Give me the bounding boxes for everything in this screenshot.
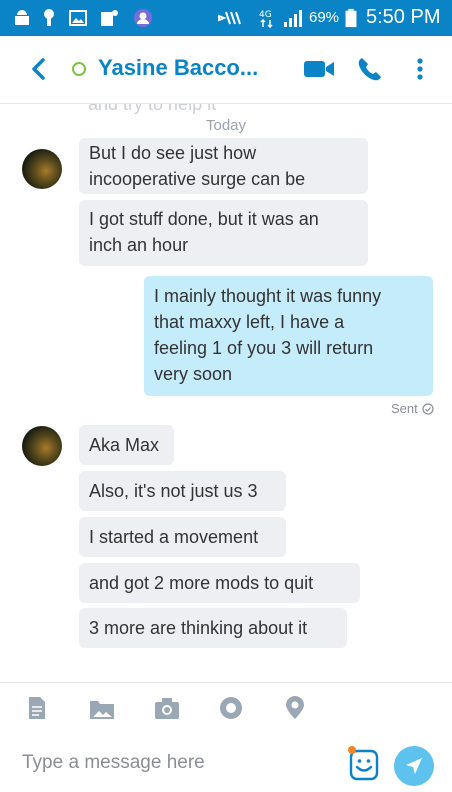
back-arrow-icon[interactable] — [26, 56, 52, 82]
image-icon — [69, 10, 87, 26]
camera-icon[interactable] — [153, 695, 181, 721]
incoming-message[interactable]: Also, it's not just us 3 — [79, 471, 286, 511]
message-composer — [0, 734, 452, 792]
incoming-message[interactable]: But I do see just how incooperative surg… — [79, 138, 368, 194]
sent-label: Sent — [391, 401, 418, 416]
signal-icon — [284, 10, 302, 27]
profile-icon — [134, 9, 152, 27]
video-message-icon[interactable] — [218, 695, 244, 721]
incoming-message[interactable]: 3 more are thinking about it — [79, 608, 347, 648]
message-list[interactable]: and try to help it Today But I do see ju… — [0, 104, 452, 686]
emoticon-icon[interactable] — [346, 746, 382, 782]
status-clock: 5:50 PM — [366, 6, 441, 28]
gallery-icon[interactable] — [88, 695, 116, 721]
media-toolbar — [0, 682, 452, 734]
presence-indicator — [72, 62, 86, 76]
file-icon[interactable] — [24, 695, 50, 721]
svg-text:4G: 4G — [259, 10, 272, 20]
battery-percentage: 69% — [309, 9, 340, 26]
incoming-message[interactable]: I got stuff done, but it was an inch an … — [79, 200, 368, 266]
battery-icon — [345, 8, 357, 28]
send-button[interactable] — [394, 746, 434, 786]
contact-avatar[interactable] — [22, 426, 62, 466]
contact-name[interactable]: Yasine Bacco... — [98, 55, 258, 81]
app-icon — [101, 10, 118, 26]
status-bar: 4G 69% 5:50 PM — [0, 0, 452, 36]
incoming-message[interactable]: and got 2 more mods to quit — [79, 563, 360, 603]
message-input[interactable] — [22, 748, 332, 778]
date-separator: Today — [206, 117, 247, 134]
video-call-icon[interactable] — [302, 56, 336, 82]
message-status: Sent — [391, 401, 434, 416]
data-icon: 4G — [259, 10, 273, 28]
location-pin-icon[interactable] — [283, 695, 307, 721]
conversation-header: Yasine Bacco... — [0, 36, 452, 104]
more-options-icon[interactable] — [412, 56, 428, 82]
check-circle-icon — [422, 402, 434, 415]
incoming-message[interactable]: I started a movement — [79, 517, 286, 557]
android-icon — [15, 10, 29, 25]
mute-icon — [218, 11, 241, 25]
notification-icon — [44, 9, 54, 26]
voice-call-icon[interactable] — [356, 56, 384, 82]
scrolled-message-text: and try to help it — [88, 104, 217, 114]
outgoing-message[interactable]: I mainly thought it was funny that maxxy… — [144, 276, 433, 396]
send-arrow-icon — [406, 758, 422, 774]
incoming-message[interactable]: Aka Max — [79, 425, 174, 465]
contact-avatar[interactable] — [22, 149, 62, 189]
